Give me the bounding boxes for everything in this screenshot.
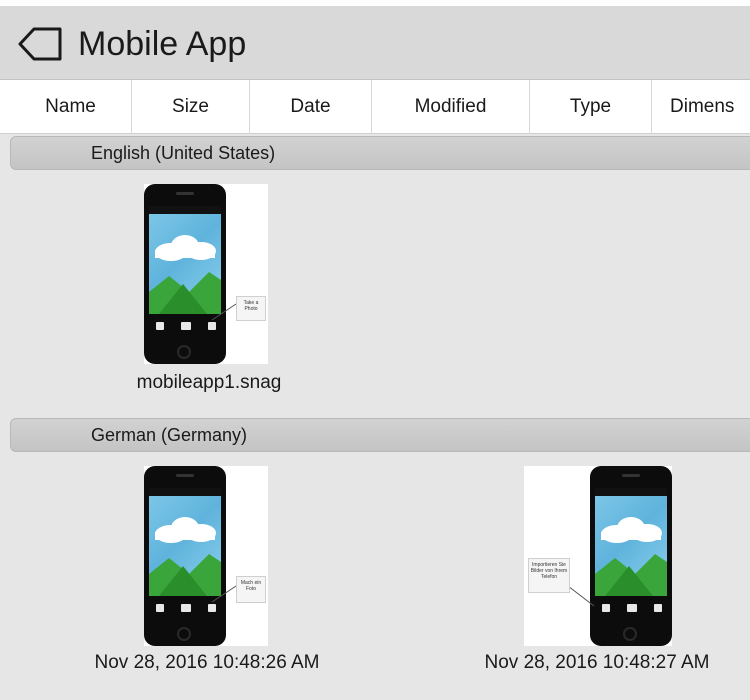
page-header: Mobile App [0,6,750,80]
file-thumbnail[interactable]: Mach ein Foto [144,466,268,646]
phone-status-bar [149,206,221,214]
phone-mockup [144,466,226,646]
column-date[interactable]: Date [250,80,372,134]
phone-toolbar [598,602,664,614]
video-icon [627,604,637,612]
edit-icon [156,322,164,330]
column-name[interactable]: Name [10,80,132,134]
phone-status-bar [149,488,221,496]
file-caption[interactable]: mobileapp1.snag [114,372,304,394]
column-size[interactable]: Size [132,80,250,134]
phone-mockup [144,184,226,364]
callout-box: Importieren Sie Bilder von Ihrem Telefon [528,558,570,593]
callout-box: Mach ein Foto [236,576,266,603]
phone-speaker [622,474,640,477]
phone-speaker [176,474,194,477]
file-caption[interactable]: Nov 28, 2016 10:48:27 AM [452,652,742,674]
callout-pointer [567,585,595,607]
home-button-icon [177,345,191,359]
file-thumbnail[interactable]: Take a Photo [144,184,268,364]
column-modified[interactable]: Modified [372,80,530,134]
group-header-english[interactable]: English (United States) [10,136,750,170]
phone-mockup [590,466,672,646]
column-dimensions[interactable]: Dimens [652,80,750,134]
file-thumbnail[interactable]: Importieren Sie Bilder von Ihrem Telefon [524,466,672,646]
group-label: English (United States) [91,143,276,163]
group-header-german[interactable]: German (Germany) [10,418,750,452]
column-type[interactable]: Type [530,80,652,134]
phone-screen [595,496,667,596]
home-button-icon [177,627,191,641]
landscape-image [595,517,667,596]
group-label: German (Germany) [91,425,248,445]
phone-speaker [176,192,194,195]
phone-status-bar [595,488,667,496]
video-icon [181,604,191,612]
home-button-icon [623,627,637,641]
page-title: Mobile App [78,25,247,63]
camera-icon [654,604,662,612]
edit-icon [156,604,164,612]
video-icon [181,322,191,330]
callout-box: Take a Photo [236,296,266,321]
column-header-bar: Name Size Date Modified Type Dimens [0,80,750,134]
tag-icon [18,27,62,61]
file-caption[interactable]: Nov 28, 2016 10:48:26 AM [62,652,352,674]
